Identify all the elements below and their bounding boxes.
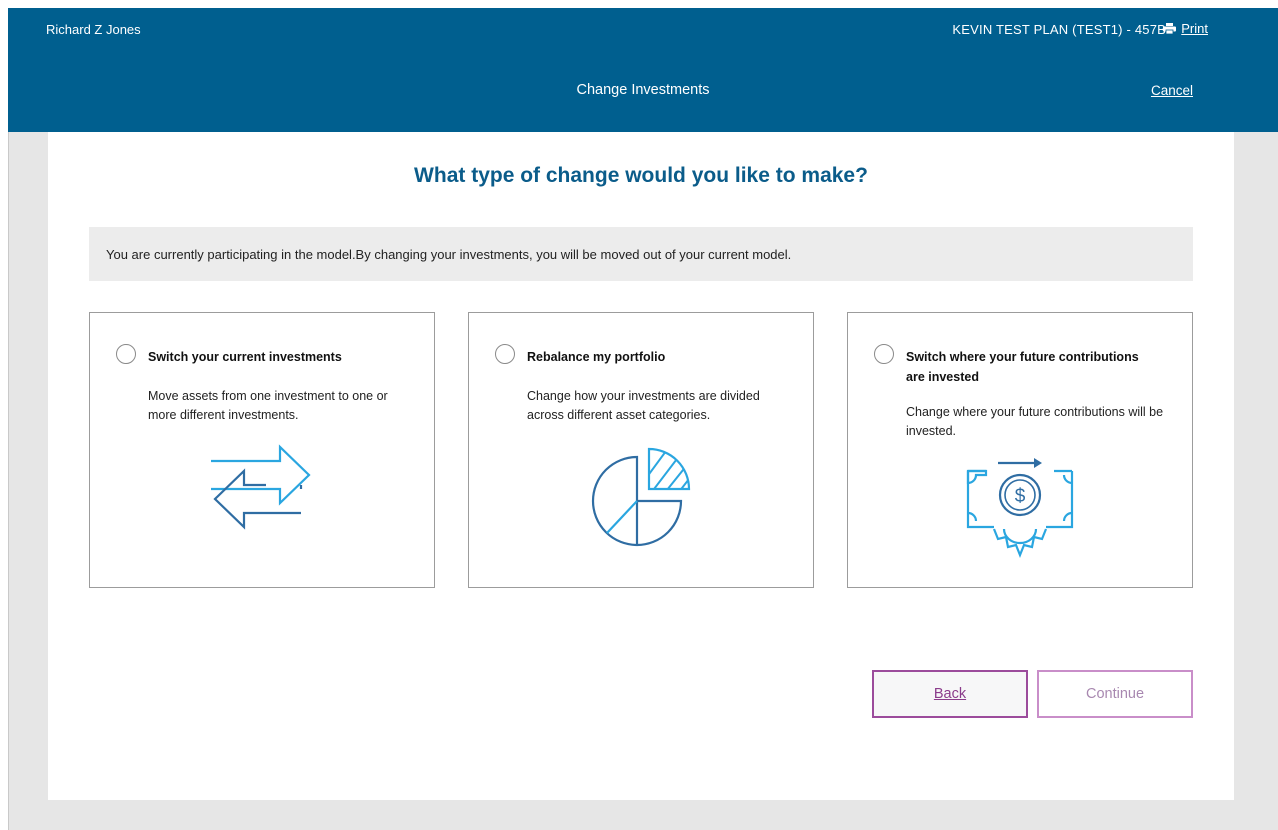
option-description: Change where your future contributions w… xyxy=(906,405,1164,438)
money-gear-icon: $ xyxy=(966,458,1074,558)
svg-text:$: $ xyxy=(1015,486,1026,507)
print-label: Print xyxy=(1181,21,1208,36)
option-card-future-contributions[interactable]: Switch where your future contributions a… xyxy=(847,312,1193,588)
option-card-switch-investments[interactable]: Switch your current investments Move ass… xyxy=(89,312,435,588)
radio-switch-investments[interactable] xyxy=(116,344,136,364)
print-link[interactable]: Print xyxy=(1163,21,1208,36)
radio-future-contributions[interactable] xyxy=(874,344,894,364)
option-title: Switch your current investments xyxy=(148,350,342,364)
swap-arrows-icon xyxy=(211,444,311,530)
option-description: Move assets from one investment to one o… xyxy=(148,389,388,422)
model-notice: You are currently participating in the m… xyxy=(89,227,1193,281)
printer-icon xyxy=(1163,23,1177,34)
top-header: Richard Z Jones KEVIN TEST PLAN (TEST1) … xyxy=(8,8,1278,132)
plan-name: KEVIN TEST PLAN (TEST1) - 457B xyxy=(952,22,1166,37)
cancel-link[interactable]: Cancel xyxy=(1151,83,1193,98)
user-name: Richard Z Jones xyxy=(46,22,141,37)
main-panel: What type of change would you like to ma… xyxy=(48,132,1234,800)
back-button[interactable]: Back xyxy=(872,670,1028,718)
question-heading: What type of change would you like to ma… xyxy=(414,164,868,187)
continue-button[interactable]: Continue xyxy=(1037,670,1193,718)
option-card-rebalance[interactable]: Rebalance my portfolio Change how your i… xyxy=(468,312,814,588)
option-description: Change how your investments are divided … xyxy=(527,389,760,422)
radio-rebalance[interactable] xyxy=(495,344,515,364)
page-title: Change Investments xyxy=(576,82,710,98)
option-title: Rebalance my portfolio xyxy=(527,350,666,364)
option-title: Switch where your future contributions a… xyxy=(906,350,1139,384)
pie-chart-icon xyxy=(591,447,691,547)
